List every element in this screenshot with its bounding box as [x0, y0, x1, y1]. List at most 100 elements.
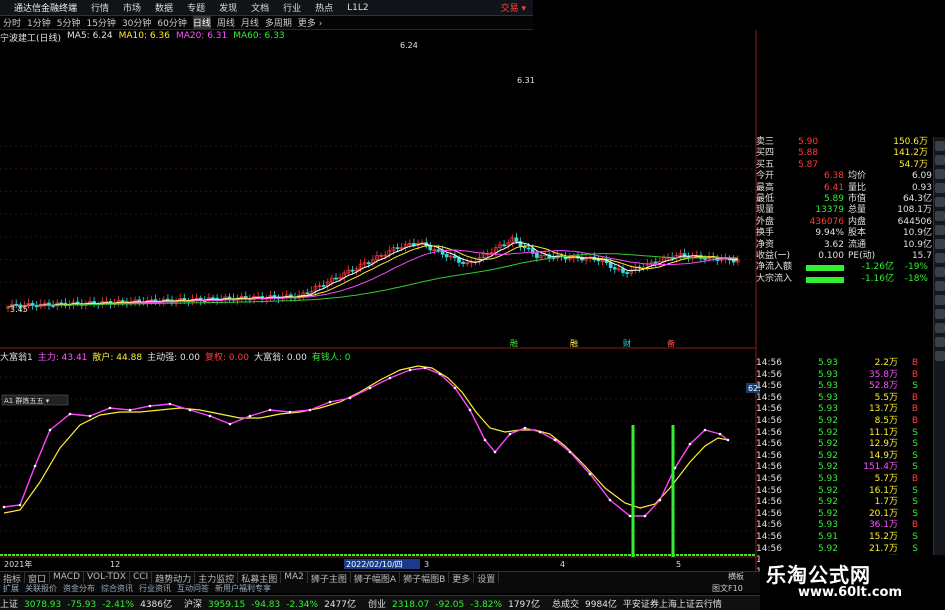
- info-tab[interactable]: 互动问答: [174, 583, 212, 593]
- f10-label[interactable]: 图文F10: [712, 583, 743, 594]
- indicator-tab[interactable]: 狮子幅图A: [351, 572, 401, 585]
- layout-toggle[interactable]: 横板: [728, 571, 744, 582]
- menu-item[interactable]: 市场: [123, 1, 141, 14]
- indicator-tab[interactable]: 狮子主图: [308, 572, 351, 585]
- date-label: 5: [676, 560, 681, 569]
- indicator-tab[interactable]: VOL-TDX: [84, 572, 130, 583]
- menu-item[interactable]: 数据: [155, 1, 173, 14]
- index-quote[interactable]: 上证 3078.93 -75.93 -2.41% 4386亿: [0, 597, 178, 610]
- info-tab[interactable]: 行业资讯: [136, 583, 174, 593]
- quote-price: 5.88: [798, 148, 819, 159]
- toolbar-icon[interactable]: [935, 309, 945, 319]
- info-tab[interactable]: 扩展: [0, 583, 22, 593]
- period-tab[interactable]: 更多 ›: [298, 16, 322, 29]
- toolbar-icon[interactable]: [935, 253, 945, 263]
- low-price-annotation: 3.45: [10, 305, 28, 314]
- trade-menu-button[interactable]: 交易 ▾: [501, 1, 526, 14]
- menu-item[interactable]: 文档: [251, 1, 269, 14]
- stock-name[interactable]: 宁波建工(日线): [0, 31, 61, 44]
- menu-item[interactable]: L1L2: [347, 3, 368, 13]
- indicator-name[interactable]: 大富翁1: [0, 350, 33, 363]
- quote-label2: 市值: [848, 193, 867, 204]
- candle-body: [596, 259, 601, 262]
- tick-price: 5.93: [817, 392, 838, 403]
- indicator-tab[interactable]: MA2: [281, 572, 308, 583]
- menu-item[interactable]: 发现: [219, 1, 237, 14]
- period-tab[interactable]: 多周期: [265, 16, 292, 29]
- event-tag[interactable]: 融: [570, 338, 578, 348]
- indicator-tab[interactable]: 私募主图: [238, 572, 282, 585]
- menu-bar: 通达信金融终端 行情 市场 数据 专题 发现 文档 行业 热点 L1L2 交易 …: [0, 0, 533, 16]
- tick-price: 5.93: [817, 520, 838, 531]
- candle-body: [436, 249, 441, 252]
- toolbar-icon[interactable]: [935, 337, 945, 347]
- quote-flow-pct: -18%: [904, 273, 928, 284]
- tick-direction: B: [911, 415, 918, 426]
- period-tab-selected[interactable]: 日线: [192, 16, 211, 29]
- indicator-tab[interactable]: CCI: [130, 572, 153, 583]
- status-extra: 总成交 9984亿 平安证券上海上证云行情: [552, 597, 728, 610]
- toolbar-icon[interactable]: [935, 197, 945, 207]
- toolbar-icon[interactable]: [935, 155, 945, 165]
- period-tab[interactable]: 周线: [217, 16, 235, 29]
- period-tab[interactable]: 15分钟: [86, 16, 115, 29]
- info-tab[interactable]: 关联报价: [22, 583, 60, 593]
- indicator-tab[interactable]: MACD: [50, 572, 85, 583]
- brand-name: 乐淘公式网: [766, 563, 871, 587]
- indicator-tab[interactable]: 更多: [449, 572, 475, 585]
- tick-price: 5.92: [817, 462, 838, 473]
- toolbar-icon[interactable]: [935, 323, 945, 333]
- menu-item[interactable]: 行情: [91, 1, 109, 14]
- quote-volume: 54.7万: [898, 159, 928, 170]
- quote-price: 5.90: [798, 137, 819, 147]
- tick-time: 14:56: [756, 439, 782, 450]
- period-tab[interactable]: 5分钟: [57, 16, 81, 29]
- period-tab[interactable]: 分时: [3, 16, 21, 29]
- candle-body: [272, 295, 277, 298]
- kline-chart[interactable]: 7.006.506.005.505.004.504.003.50 6.24 6.…: [0, 0, 760, 571]
- index-quote[interactable]: 创业 2318.07 -92.05 -3.82% 1797亿: [368, 597, 546, 610]
- toolbar-icon[interactable]: [935, 351, 945, 361]
- tick-direction: S: [912, 485, 918, 496]
- indicator-tab[interactable]: 设置: [474, 572, 500, 585]
- tick-row: 14:56 5.91 15.2万 S: [756, 532, 933, 544]
- period-tab[interactable]: 60分钟: [157, 16, 186, 29]
- toolbar-icon[interactable]: [935, 169, 945, 179]
- toolbar-icon[interactable]: [935, 211, 945, 221]
- toolbar-icon[interactable]: [935, 295, 945, 305]
- ma20-value: MA20: 6.31: [175, 31, 228, 41]
- event-tag[interactable]: 备: [667, 338, 675, 348]
- toolbar-icon[interactable]: [935, 141, 945, 151]
- broker-name: 平安证券上海上证云行情: [622, 599, 722, 610]
- info-tab[interactable]: 新用户福利专享: [212, 583, 274, 593]
- menu-item[interactable]: 热点: [315, 1, 333, 14]
- indicator-tab[interactable]: 主力监控: [195, 572, 239, 585]
- toolbar-icon[interactable]: [935, 267, 945, 277]
- event-tag[interactable]: 财: [623, 338, 631, 348]
- period-tab[interactable]: 1分钟: [27, 16, 51, 29]
- date-label: 4: [560, 560, 565, 569]
- quote-row: 卖三 5.90 150.6万: [756, 137, 933, 148]
- period-tab[interactable]: 30分钟: [122, 16, 151, 29]
- menu-item[interactable]: 专题: [187, 1, 205, 14]
- info-tab[interactable]: 综合资讯: [98, 583, 136, 593]
- toolbar-icon[interactable]: [935, 183, 945, 193]
- zhuli-point: [438, 372, 442, 376]
- event-tag[interactable]: 融: [510, 338, 518, 348]
- indicator-tab[interactable]: 趋势动力: [152, 572, 196, 585]
- menu-item[interactable]: 行业: [283, 1, 301, 14]
- info-tab[interactable]: 资金分布: [60, 583, 98, 593]
- toolbar-icon[interactable]: [935, 239, 945, 249]
- zhuli-point: [628, 514, 632, 518]
- indicator-tab[interactable]: 指标: [0, 572, 26, 585]
- tick-row: 14:56 5.92 151.4万 S: [756, 462, 933, 474]
- indicator-tab[interactable]: 窗口: [25, 572, 51, 585]
- toolbar-icon[interactable]: [935, 281, 945, 291]
- tick-direction: S: [912, 543, 918, 554]
- indicator-tab[interactable]: 狮子幅图B: [400, 572, 450, 585]
- period-tab[interactable]: 月线: [241, 16, 259, 29]
- toolbar-icon[interactable]: [935, 225, 945, 235]
- status-bar: 上证 3078.93 -75.93 -2.41% 4386亿 沪深 3959.15 -94.8…: [0, 595, 760, 610]
- index-quote[interactable]: 沪深 3959.15 -94.83 -2.34% 2477亿: [184, 597, 362, 610]
- quote-value: 6.38: [823, 171, 844, 182]
